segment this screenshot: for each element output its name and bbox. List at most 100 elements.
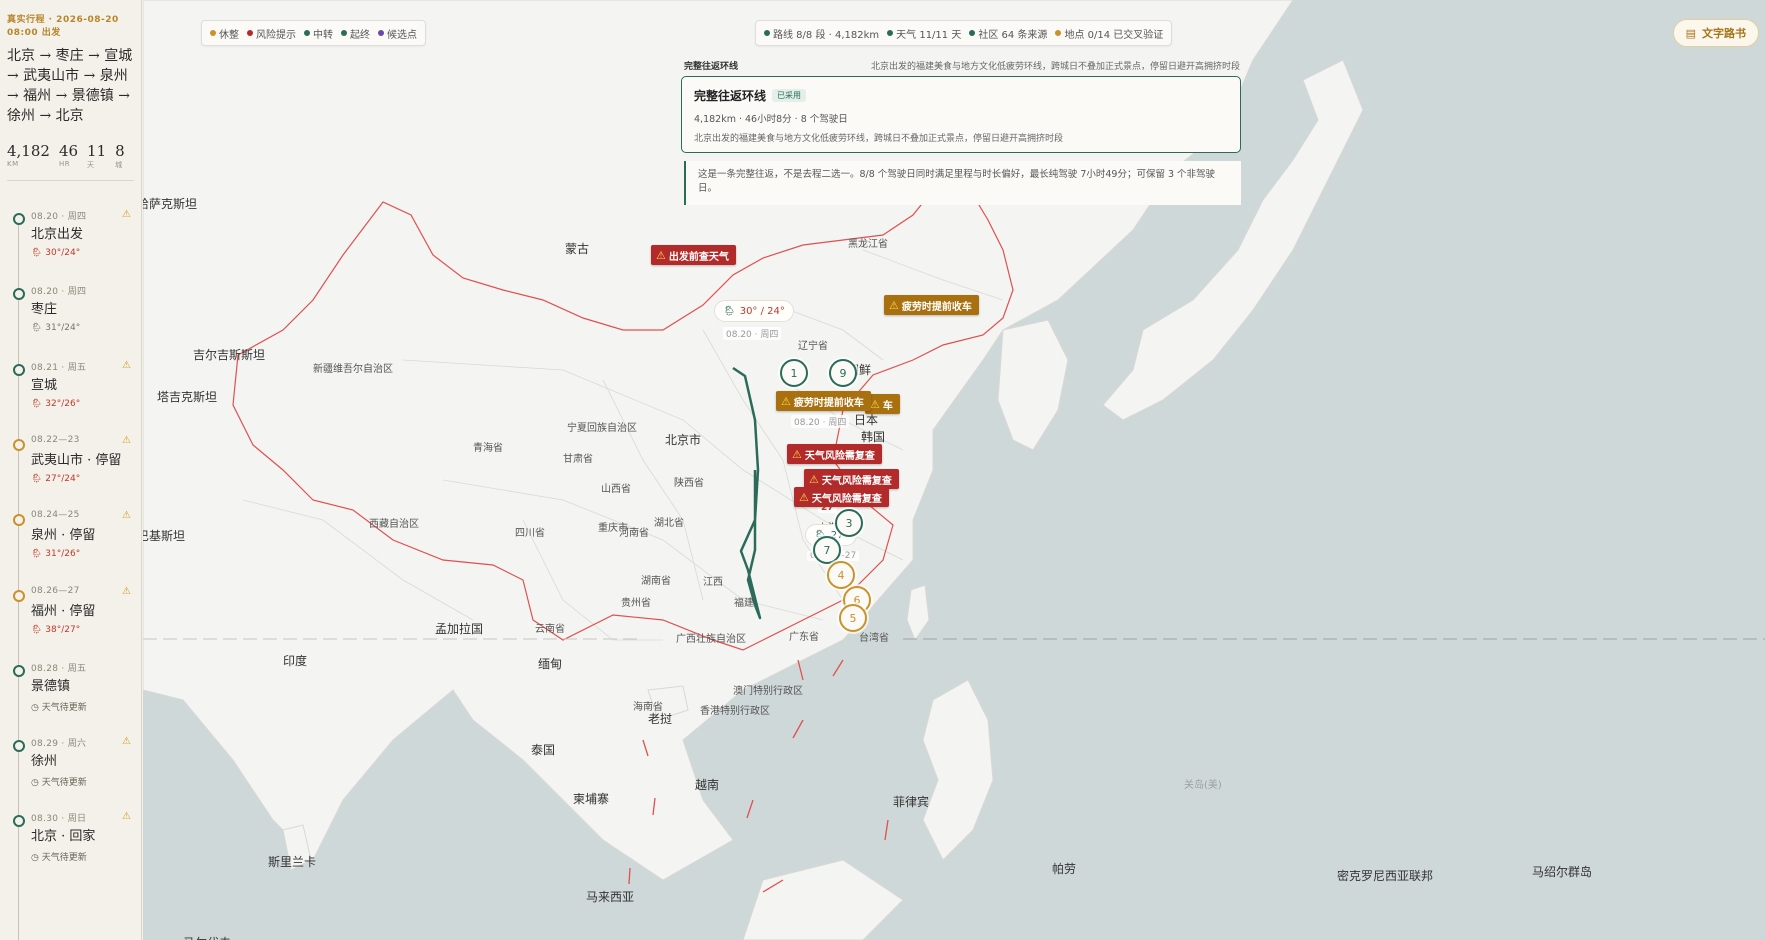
- plan-title: 完整往返环线: [694, 89, 767, 103]
- weather-date-fragment: 08.20 · 周四: [791, 415, 850, 428]
- risk-alert-label[interactable]: ⚠ 天气风险需复查: [794, 487, 889, 507]
- day-date: 08.26—27: [31, 585, 80, 596]
- risk-alert-label[interactable]: ⚠ 天气风险需复查: [787, 444, 882, 464]
- map-place-label: 马绍尔群岛: [1532, 865, 1593, 879]
- map-place-label: 新疆维吾尔自治区: [313, 364, 393, 375]
- day-place: 徐州: [31, 754, 58, 770]
- day-weather: 🌦 31°/26°: [31, 549, 81, 560]
- legend-item: 休整: [210, 26, 239, 41]
- risk-alert-label[interactable]: ⚠ 疲劳时提前收车: [884, 295, 979, 315]
- map-place-label: 四川省: [515, 528, 545, 539]
- day-weather: 🌦 27°/24°: [31, 473, 81, 484]
- weather-icon: 🌦: [31, 549, 46, 560]
- document-icon: ▤: [1685, 26, 1696, 40]
- day-date: 08.20 · 周四: [31, 212, 87, 222]
- adopted-badge: 已采用: [772, 89, 807, 102]
- day-marker: [13, 815, 25, 828]
- map-place-label: 青海省: [473, 443, 503, 454]
- day-marker: [13, 288, 25, 301]
- stat-distance: 4,182 KM: [7, 142, 50, 168]
- day-marker: [13, 514, 25, 527]
- day-item[interactable]: 08.28 · 周五 景德镇 ◷ 天气待更新: [0, 652, 141, 722]
- map-place-label: 台湾省: [859, 633, 889, 644]
- plan-card[interactable]: 完整往返环线 已采用 4,182km · 46小时8分 · 8 个驾驶日 北京出发…: [681, 76, 1241, 153]
- legend-dot-icon: [341, 30, 347, 36]
- route-title: 北京 → 枣庄 → 宣城 → 武夷山市 → 泉州 → 福州 → 景德镇 → 徐州…: [7, 48, 133, 124]
- stop-marker[interactable]: 5: [839, 604, 867, 632]
- map-place-label: 越南: [695, 778, 720, 792]
- day-weather: 🌦 31°/24°: [31, 323, 81, 334]
- trip-stats: 4,182 KM 46 HR 11 天 8城: [7, 142, 134, 181]
- day-date: 08.29 · 周六: [31, 739, 87, 750]
- day-date: 08.28 · 周五: [31, 663, 87, 674]
- warning-icon: ⚠: [122, 434, 131, 446]
- day-marker: [13, 438, 25, 451]
- stat-days: 11 天: [87, 142, 107, 169]
- warning-icon: ⚠: [870, 397, 880, 411]
- day-marker: [13, 363, 25, 376]
- risk-alert-label[interactable]: ⚠ 天气风险需复查: [804, 469, 899, 489]
- risk-alert-label[interactable]: ⚠ 疲劳时提前收车: [776, 391, 871, 411]
- map-place-label: 重庆市: [598, 523, 628, 534]
- map-place-label: 广东省: [789, 632, 819, 643]
- day-place: 枣庄: [31, 302, 58, 318]
- legend-dot-icon: [764, 30, 770, 36]
- day-marker: [13, 589, 25, 602]
- warning-icon: ⚠: [122, 585, 131, 597]
- map-place-label: 西藏自治区: [369, 519, 419, 530]
- weather-icon: 🌦: [31, 248, 46, 258]
- stop-marker[interactable]: 3: [835, 509, 863, 537]
- day-place: 北京 · 回家: [31, 829, 96, 845]
- weather-chip-date: 08.20 · 周四: [723, 327, 782, 340]
- legend-item: 地点 0/14 已交叉验证: [1055, 26, 1163, 41]
- plan-note: 这是一条完整往返，不是去程二选一。8/8 个驾驶日同时满足里程与时长偏好，最长纯…: [684, 161, 1241, 205]
- map-place-label: 蒙古: [565, 242, 590, 256]
- weather-chip-beijing[interactable]: 🌦 30° / 24°: [714, 300, 794, 322]
- map-place-label: 菲律宾: [893, 795, 930, 809]
- day-item[interactable]: 08.20 · 周四 ⚠ 北京出发 🌦 30°/24°: [0, 200, 141, 270]
- map-place-label: 老挝: [648, 712, 673, 726]
- map-place-label: 巴基斯坦: [143, 529, 186, 543]
- map-place-label: 韩国: [861, 430, 886, 444]
- day-item[interactable]: 08.30 · 周日 ⚠ 北京 · 回家 ◷ 天气待更新: [0, 802, 141, 872]
- map-place-label: 江西: [703, 577, 723, 588]
- warning-icon: ⚠: [781, 394, 791, 408]
- day-marker: [13, 664, 25, 677]
- day-item[interactable]: 08.22—23 ⚠ 武夷山市 · 停留 🌦 27°/24°: [0, 426, 141, 496]
- stop-marker[interactable]: 9: [829, 359, 857, 387]
- warning-icon: ⚠: [122, 209, 131, 220]
- map-place-label: 吉尔吉斯斯坦: [193, 348, 266, 362]
- legend-dot-icon: [247, 30, 253, 36]
- risk-alert-label[interactable]: ⚠ 出发前查天气: [651, 245, 736, 265]
- day-item[interactable]: 08.20 · 周四 枣庄 🌦 31°/24°: [0, 275, 141, 345]
- map-place-label: 密克罗尼西亚联邦: [1337, 869, 1434, 883]
- stop-marker[interactable]: 7: [813, 536, 841, 564]
- stat-cities: 8城: [115, 142, 125, 169]
- stop-marker[interactable]: 1: [780, 359, 808, 387]
- map-place-label: 帕劳: [1052, 862, 1077, 876]
- map-place-label: 陕西省: [674, 478, 704, 489]
- day-item[interactable]: 08.21 · 周五 ⚠ 宣城 🌦 32°/26°: [0, 351, 141, 421]
- day-date: 08.24—25: [31, 510, 80, 521]
- plan-meta: 4,182km · 46小时8分 · 8 个驾驶日: [694, 114, 848, 125]
- map-place-label: 马来西亚: [586, 890, 635, 904]
- text-roadbook-button[interactable]: ▤ 文字路书: [1672, 19, 1759, 47]
- day-item[interactable]: 08.26—27 ⚠ 福州 · 停留 🌦 38°/27°: [0, 577, 141, 647]
- map-place-label: 云南省: [535, 624, 565, 635]
- map-place-label: 泰国: [531, 743, 556, 757]
- day-item[interactable]: 08.24—25 ⚠ 泉州 · 停留 🌦 31°/26°: [0, 501, 141, 571]
- day-date: 08.21 · 周五: [31, 362, 87, 373]
- day-place: 泉州 · 停留: [31, 528, 96, 544]
- route-map[interactable]: 哈萨克斯坦 吉尔吉斯斯坦 塔吉克斯坦 巴基斯坦 新疆维吾尔自治区 西藏自治区 青海省 甘肃省 宁…: [143, 0, 1765, 940]
- day-item[interactable]: 08.29 · 周六 ⚠ 徐州 ◷ 天气待更新: [0, 727, 141, 797]
- clock-icon: ◷: [31, 778, 42, 789]
- day-place: 北京出发: [31, 227, 84, 242]
- day-weather: ◷ 天气待更新: [31, 853, 87, 864]
- warning-icon: ⚠: [122, 811, 131, 823]
- map-place-label: 塔吉克斯坦: [157, 390, 218, 404]
- day-weather: 🌦 32°/26°: [31, 398, 81, 409]
- stop-marker[interactable]: 4: [827, 561, 855, 589]
- legend-item: 天气 11/11 天: [887, 26, 961, 41]
- day-marker: [13, 740, 25, 753]
- legend-item: 候选点: [378, 26, 417, 41]
